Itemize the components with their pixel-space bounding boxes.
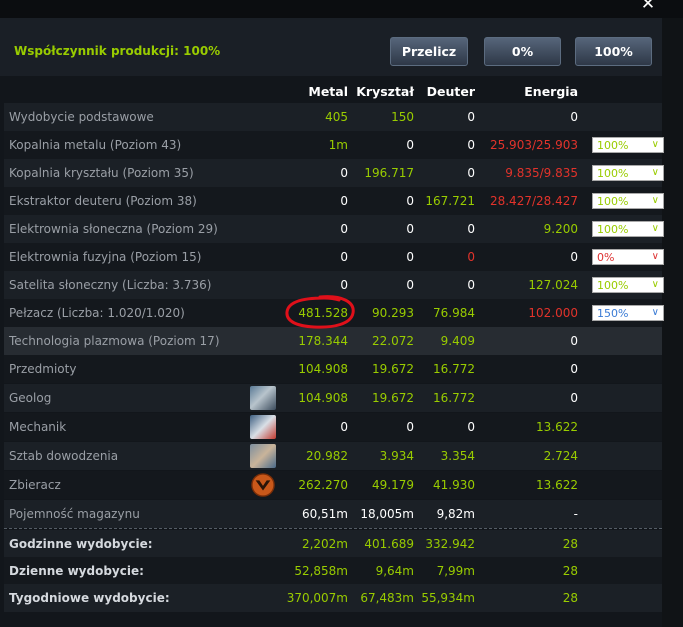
production-level-select[interactable]: 100% ∨ [592,137,664,153]
totals-row: Godzinne wydobycie: 2,202m 401.689 332.9… [4,530,662,558]
table-row: Zbieracz 262.270 49.179 41.930 13.622 [4,471,662,499]
production-level-select[interactable]: 0% ∨ [592,249,664,265]
close-icon[interactable]: ✕ [638,0,658,13]
select-value: 100% [597,166,629,180]
totals-row: Tygodniowe wydobycie: 370,007m 67,483m 5… [4,584,662,612]
table-row: Technologia plazmowa (Poziom 17) 178.344… [4,327,662,355]
chevron-down-icon: ∨ [651,195,659,206]
energy-value: 0 [570,362,578,376]
column-header-krystal: Kryształ [356,84,414,99]
energy-value: 13.622 [536,420,578,434]
column-header-deuter: Deuter [426,84,475,99]
select-value: 150% [597,306,629,320]
column-header-metal: Metal [308,84,348,99]
table-row: Przedmioty 104.908 19.672 16.772 0 [4,355,662,383]
select-value: 100% [597,138,629,152]
set-all-zero-button[interactable]: 0% [484,37,561,66]
select-value: 100% [597,222,629,236]
energy-value: 28 [562,564,578,578]
select-value: 0% [597,250,615,264]
chevron-down-icon: ∨ [651,167,659,178]
chevron-down-icon: ∨ [651,251,659,262]
table-row: Kopalnia kryształu (Poziom 35) 0 196.717… [4,159,664,187]
table-row: Pojemność magazynu 60,51m 18,005m 9,82m … [4,500,662,528]
energy-value: 0 [570,250,578,264]
energy-value: 25.903/25.903 [489,138,578,152]
energy-value: 28.427/28.427 [489,194,578,208]
table-row: Geolog 104.908 19.672 16.772 0 [4,384,662,412]
table-row: Sztab dowodzenia 20.982 3.934 3.354 2.72… [4,442,662,470]
energy-value: 0 [570,391,578,405]
divider [4,528,662,529]
select-value: 100% [597,194,629,208]
production-level-select[interactable]: 100% ∨ [592,221,664,237]
scrollbar[interactable] [662,18,683,627]
energy-value: - [573,507,578,521]
table-row: Ekstraktor deuteru (Poziom 38) 0 0 167.7… [4,187,664,215]
energy-value: 9.200 [543,222,578,236]
energy-value: 28 [562,537,578,551]
energy-value: 9.835/9.835 [505,166,578,180]
table-row: Mechanik 0 0 0 13.622 [4,413,662,441]
select-value: 100% [597,278,629,292]
table-row: Wydobycie podstawowe 405 150 0 0 [4,103,662,131]
red-circle-annotation [285,295,355,329]
energy-value: 0 [570,334,578,348]
energy-value: 0 [570,110,578,124]
production-level-select[interactable]: 100% ∨ [592,277,664,293]
column-header-energy: Energia [524,84,578,99]
production-level-select[interactable]: 100% ∨ [592,165,664,181]
table-row: Elektrownia słoneczna (Poziom 29) 0 0 0 … [4,215,664,243]
production-level-select[interactable]: 100% ∨ [592,193,664,209]
table-row: Kopalnia metalu (Poziom 43) 1m 0 0 25.90… [4,131,664,159]
energy-value: 28 [562,591,578,605]
recalculate-button[interactable]: Przelicz [390,37,468,66]
totals-row: Dzienne wydobycie: 52,858m 9,64m 7,99m 2… [4,557,662,585]
set-all-full-button[interactable]: 100% [575,37,652,66]
production-level-select[interactable]: 150% ∨ [592,305,664,321]
chevron-down-icon: ∨ [651,223,659,234]
energy-value: 13.622 [536,478,578,492]
chevron-down-icon: ∨ [651,307,659,318]
window-top-strip [0,0,683,18]
energy-value: 2.724 [543,449,578,463]
chevron-down-icon: ∨ [651,139,659,150]
chevron-down-icon: ∨ [651,279,659,290]
production-factor: Współczynnik produkcji: 100% [14,44,221,58]
table-row: Elektrownia fuzyjna (Poziom 15) 0 0 0 0 … [4,243,664,271]
